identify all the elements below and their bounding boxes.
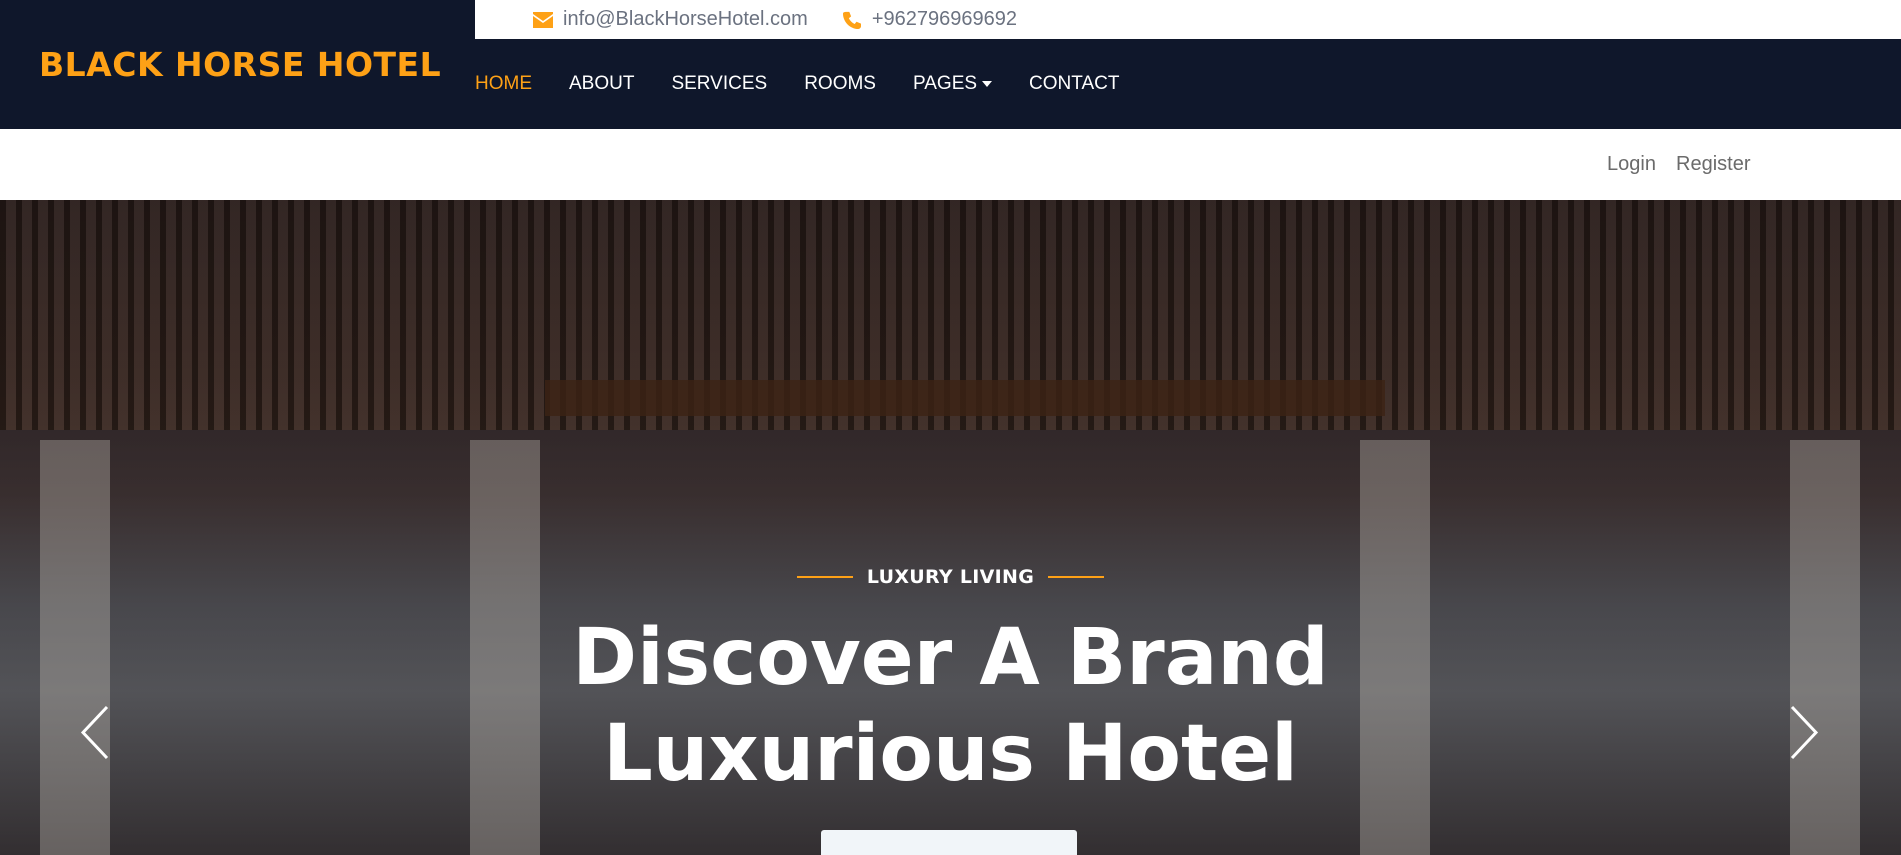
nav-home[interactable]: HOME: [475, 73, 532, 95]
envelope-icon: [533, 11, 553, 28]
register-link[interactable]: Register: [1676, 153, 1750, 176]
hero-headline: Discover A Brand Luxurious Hotel: [0, 610, 1901, 802]
nav-contact[interactable]: CONTACT: [1029, 73, 1119, 95]
nav-rooms[interactable]: ROOMS: [804, 73, 876, 95]
tagline-text: LUXURY LIVING: [866, 566, 1035, 588]
brand[interactable]: BLACK HORSE HOTEL: [0, 0, 475, 129]
carousel-prev-button[interactable]: [80, 705, 110, 760]
auth-bar: Login Register: [0, 129, 1901, 201]
hero-background-beam: [545, 380, 1385, 416]
nav-services[interactable]: SERVICES: [671, 73, 767, 95]
email-contact[interactable]: info@BlackHorseHotel.com: [533, 8, 808, 31]
chevron-right-icon: [1790, 705, 1819, 760]
phone-text: +962796969692: [871, 8, 1017, 30]
hero-cta-button[interactable]: [821, 830, 1077, 855]
email-text: info@BlackHorseHotel.com: [563, 8, 808, 30]
nav-about[interactable]: ABOUT: [569, 73, 634, 95]
tagline-line-left: [796, 576, 853, 578]
hero-carousel: LUXURY LIVING Discover A Brand Luxurious…: [0, 200, 1901, 855]
contact-topbar: info@BlackHorseHotel.com +962796969692: [475, 0, 1901, 39]
phone-contact[interactable]: +962796969692: [842, 8, 1017, 31]
headline-line-1: Discover A Brand: [572, 613, 1329, 703]
hero-tagline: LUXURY LIVING: [0, 566, 1901, 588]
brand-name[interactable]: BLACK HORSE HOTEL: [39, 45, 441, 84]
headline-line-2: Luxurious Hotel: [603, 709, 1298, 799]
main-nav: HOME ABOUT SERVICES ROOMS PAGES CONTACT: [475, 39, 1156, 129]
phone-icon: [842, 11, 861, 29]
chevron-left-icon: [80, 705, 109, 760]
nav-pages-dropdown[interactable]: PAGES: [913, 73, 993, 95]
site-header: BLACK HORSE HOTEL info@BlackHorseHotel.c…: [0, 0, 1901, 129]
tagline-line-right: [1048, 576, 1105, 578]
login-link[interactable]: Login: [1607, 153, 1656, 176]
carousel-next-button[interactable]: [1789, 705, 1819, 760]
caret-down-icon: [982, 81, 993, 87]
